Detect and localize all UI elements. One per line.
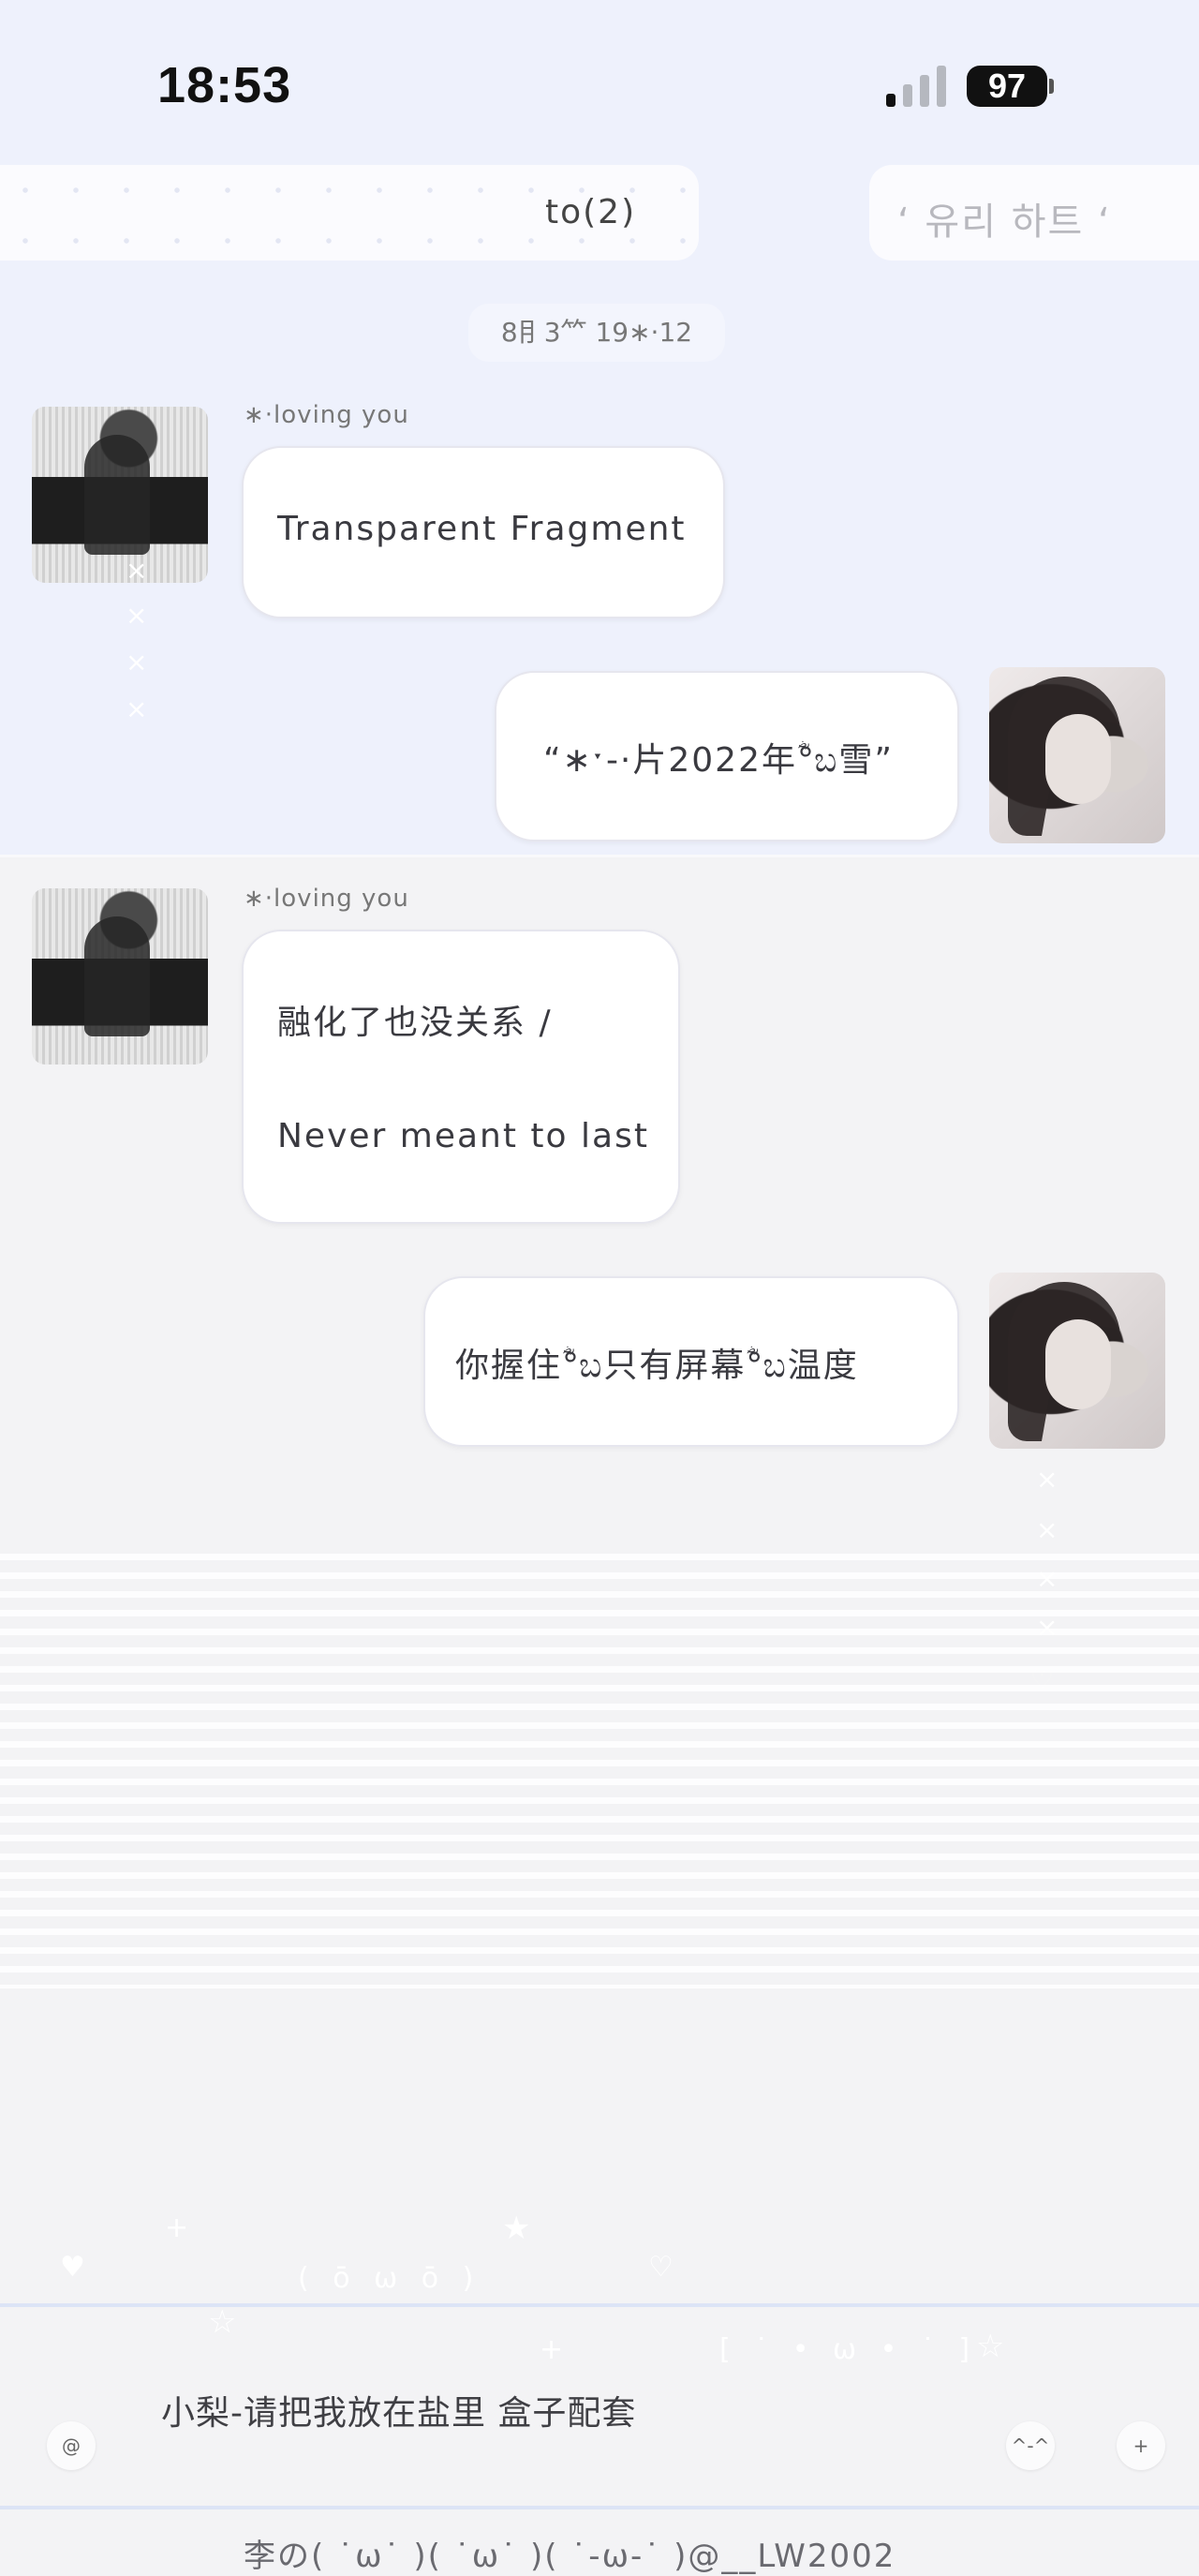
message-text: Never meant to last — [277, 1117, 649, 1155]
star-outline-icon: ☆ — [976, 2328, 1005, 2365]
emoji-button[interactable]: ^-^ — [1006, 2421, 1055, 2470]
kaomoji-deco: [ ˙ • ω • ˙ ] — [719, 2333, 978, 2366]
sender-name: ∗·loving you — [244, 885, 409, 913]
message-text: “∗ˑ-·片2022年ؓ°ಬ雪” — [543, 741, 895, 780]
cross-deco: × — [126, 600, 148, 631]
message-text: Transparent Fragment — [277, 510, 687, 548]
stripe-pattern — [0, 1554, 1199, 1988]
avatar-right[interactable] — [989, 667, 1165, 843]
add-button[interactable]: + — [1117, 2421, 1165, 2470]
sender-name: ∗·loving you — [244, 401, 409, 429]
background-divider — [0, 855, 1199, 857]
star-icon: ★ — [502, 2210, 531, 2247]
message-text: 你握住ؓ°ಬ只有屏幕ؓ°ಬ温度 — [455, 1347, 859, 1385]
battery-icon: 97 — [967, 66, 1047, 107]
heart-outline-icon: ♡ — [648, 2251, 674, 2284]
message-timestamp: 8⺝3⺮ 19∗·12 — [468, 304, 725, 362]
signal-icon — [886, 66, 948, 107]
cross-deco: × — [126, 693, 148, 724]
message-bubble[interactable]: 融化了也没关系 / Never meant to last — [242, 930, 680, 1224]
star-outline-icon: ☆ — [208, 2303, 237, 2341]
cross-deco: × — [126, 555, 148, 586]
sparkle-deco: + — [540, 2333, 564, 2366]
composer-bottom-border — [0, 2506, 1199, 2509]
chat-title: to(2) — [545, 193, 637, 231]
mention-button[interactable]: @ — [47, 2421, 96, 2470]
message-bubble[interactable]: “∗ˑ-·片2022年ؓ°ಬ雪” — [495, 671, 959, 841]
sparkle-deco: + — [165, 2211, 189, 2244]
cross-deco: × — [126, 647, 148, 678]
avatar-right[interactable] — [989, 1273, 1165, 1449]
cross-deco: × — [1036, 1514, 1058, 1545]
group-name: ‘ 유리 하트 ‘ — [897, 201, 1112, 244]
composer-top-border — [0, 2303, 1199, 2307]
avatar-left[interactable] — [32, 407, 208, 583]
avatar-left[interactable] — [32, 888, 208, 1065]
status-time: 18:53 — [157, 57, 292, 113]
heart-icon: ♥ — [60, 2251, 85, 2284]
composer-input[interactable]: 小梨-请把我放在盐里 盒子配套 — [161, 2386, 636, 2435]
battery-tip — [1049, 79, 1054, 94]
message-text: 融化了也没关系 / — [277, 1004, 553, 1042]
kaomoji-deco: ( ō ω ō ) — [298, 2262, 481, 2295]
message-bubble[interactable]: Transparent Fragment — [242, 446, 725, 618]
message-bubble[interactable]: 你握住ؓ°ಬ只有屏幕ؓ°ಬ温度 — [423, 1276, 959, 1447]
cross-deco: × — [1036, 1464, 1058, 1495]
